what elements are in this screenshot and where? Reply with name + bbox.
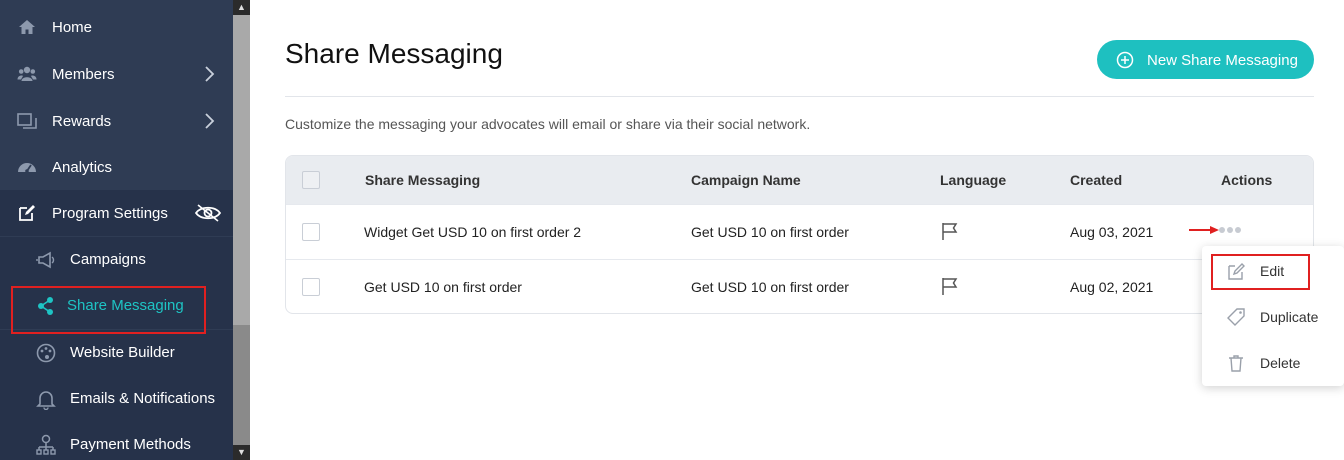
sidebar-item-analytics[interactable]: Analytics [0,144,233,190]
chevron-right-icon [200,65,218,83]
megaphone-icon [35,249,57,271]
column-header: Language [940,172,1007,188]
annotation-arrow [1189,226,1219,234]
sidebar-subitem-website-builder[interactable]: Website Builder [0,330,233,376]
select-all-checkbox[interactable] [302,171,320,189]
sidebar-item-label: Rewards [52,112,112,130]
flag-icon [940,276,960,296]
campaign-name: Get USD 10 on first order [691,279,849,295]
highlight-box [1211,254,1310,290]
created-date: Aug 03, 2021 [1070,224,1154,240]
payment-icon [35,434,57,456]
eye-icon[interactable] [194,202,222,224]
sidebar-subitem-label: Website Builder [70,344,175,361]
home-icon [17,17,37,37]
column-header: Actions [1221,172,1273,188]
table-header: Share Messaging Campaign Name Language C… [286,156,1313,204]
row-checkbox[interactable] [302,278,320,296]
sidebar: Home Members Rewards Analytics Program S… [0,0,233,460]
sidebar-item-home[interactable]: Home [0,4,233,50]
flag-icon [940,221,960,241]
tag-icon [1226,307,1246,327]
sidebar-item-label: Program Settings [52,204,168,222]
scroll-thumb[interactable] [233,15,250,325]
sidebar-subitem-campaigns[interactable]: Campaigns [0,237,233,283]
sidebar-item-program-settings[interactable]: Program Settings [0,190,233,236]
share-messaging-table: Share Messaging Campaign Name Language C… [285,155,1314,314]
sidebar-scrollbar[interactable]: ▲ ▼ [233,0,250,460]
menu-item-delete[interactable]: Delete [1202,343,1344,383]
more-actions-icon[interactable] [1219,227,1247,235]
sidebar-item-rewards[interactable]: Rewards [0,98,233,144]
divider [285,96,1314,97]
bell-icon [35,388,57,410]
plus-circle-icon [1116,51,1134,69]
menu-item-label: Delete [1260,355,1301,371]
scroll-up-icon[interactable]: ▲ [233,0,250,15]
row-checkbox[interactable] [302,223,320,241]
share-messaging-name: Widget Get USD 10 on first order 2 [364,224,582,240]
sidebar-item-label: Home [52,18,93,36]
trash-icon [1226,353,1246,373]
chevron-right-icon [200,112,218,130]
sidebar-item-label: Members [52,65,115,83]
sidebar-subitem-label: Emails & Notifications [70,390,216,407]
sidebar-item-members[interactable]: Members [0,51,233,97]
sidebar-subitem-emails-notifications[interactable]: Emails & Notifications [0,376,233,422]
column-header: Share Messaging [365,172,481,188]
rewards-icon [17,111,37,131]
new-share-messaging-button[interactable]: New Share Messaging [1097,40,1314,79]
menu-item-duplicate[interactable]: Duplicate [1202,297,1344,337]
new-share-messaging-label: New Share Messaging [1147,52,1298,69]
campaign-name: Get USD 10 on first order [691,224,849,240]
column-header: Campaign Name [691,172,801,188]
edit-icon [17,203,37,223]
page-title: Share Messaging [285,38,503,69]
analytics-icon [17,157,37,177]
palette-icon [35,342,57,364]
menu-item-label: Duplicate [1260,309,1319,325]
sidebar-subitem-label: Campaigns [70,251,146,268]
table-row: Widget Get USD 10 on first order 2 Get U… [286,204,1313,259]
sidebar-item-label: Analytics [52,158,113,176]
scroll-down-icon[interactable]: ▼ [233,445,250,460]
share-messaging-name: Get USD 10 on first order [364,279,522,295]
table-row: Get USD 10 on first order Get USD 10 on … [286,259,1313,313]
created-date: Aug 02, 2021 [1070,279,1154,295]
members-icon [17,64,37,84]
sidebar-subitem-payment-methods[interactable]: Payment Methods [0,422,233,460]
highlight-box [11,286,206,334]
page-description: Customize the messaging your advocates w… [285,116,811,132]
column-header: Created [1070,172,1123,188]
sidebar-subitem-label: Payment Methods [70,436,191,453]
